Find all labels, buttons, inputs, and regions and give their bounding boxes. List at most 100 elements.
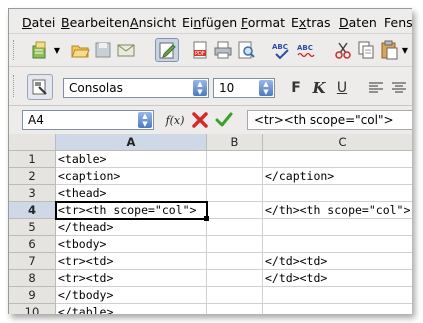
row-header[interactable]: 10 xyxy=(9,304,56,314)
auto-spellcheck-icon[interactable]: ABC xyxy=(296,39,318,61)
cell[interactable]: </thead> xyxy=(56,219,207,236)
row-header[interactable]: 8 xyxy=(9,270,56,287)
menu-item-text: E xyxy=(291,15,299,30)
cell[interactable] xyxy=(207,219,263,236)
email-icon[interactable] xyxy=(115,39,137,61)
active-cell[interactable]: <tr><th scope="col"> xyxy=(55,201,208,220)
fill-handle[interactable] xyxy=(204,216,209,221)
calc-window: Datei Bearbeiten Ansicht Einfügen Format Extr… xyxy=(8,8,412,314)
name-box[interactable]: A4 ▲ ▼ xyxy=(22,110,154,130)
menu-item-text: aten xyxy=(348,15,377,30)
cell[interactable]: <caption> xyxy=(56,168,207,185)
paste-icon[interactable] xyxy=(378,39,400,61)
column-header[interactable]: B xyxy=(207,134,263,151)
edit-mode-icon[interactable] xyxy=(155,38,179,62)
cell[interactable]: </td><td> xyxy=(263,253,412,270)
accept-icon[interactable] xyxy=(213,109,235,131)
align-left-icon[interactable] xyxy=(365,77,387,99)
spreadsheet-grid: A B C 1 <table> 2 <caption> </caption> 3 <thead> 4… xyxy=(9,134,412,314)
select-all-corner[interactable] xyxy=(9,134,56,151)
cell[interactable]: </table> xyxy=(56,304,207,314)
row-header[interactable]: 1 xyxy=(9,151,56,168)
page-preview-icon[interactable] xyxy=(235,39,257,61)
cell[interactable] xyxy=(207,287,263,304)
menu-item[interactable]: Fenster xyxy=(384,15,412,30)
column-header[interactable]: A xyxy=(56,134,207,151)
cell[interactable] xyxy=(263,236,412,253)
formula-input[interactable]: <tr><th scope="col"> xyxy=(247,110,412,130)
function-wizard-label: f(x) xyxy=(165,113,185,127)
menu-item[interactable]: Datei xyxy=(22,15,55,30)
align-center-icon[interactable] xyxy=(388,77,410,99)
cell[interactable]: <tr><td> xyxy=(56,270,207,287)
italic-button[interactable]: K xyxy=(308,77,330,99)
menu-item[interactable]: Ansicht xyxy=(130,15,176,30)
column-header[interactable]: C xyxy=(263,134,412,151)
cell[interactable] xyxy=(263,219,412,236)
menu-item[interactable]: Extras xyxy=(291,15,331,30)
open-folder-icon[interactable] xyxy=(69,39,91,61)
styles-formatting-icon[interactable] xyxy=(27,74,53,100)
formatting-toolbar: Consolas ▲ ▼ 10 ▲ ▼ F K U xyxy=(9,67,412,106)
cell[interactable]: </caption> xyxy=(263,168,412,185)
cell[interactable] xyxy=(263,185,412,202)
cell[interactable] xyxy=(263,304,412,314)
toolbar-grip[interactable] xyxy=(13,40,18,60)
font-name-dropdown-icon[interactable]: ▲ ▼ xyxy=(193,80,207,96)
cell[interactable]: <tbody> xyxy=(56,236,207,253)
cell[interactable]: <table> xyxy=(56,151,207,168)
menu-item[interactable]: Bearbeiten xyxy=(61,15,130,30)
cell[interactable] xyxy=(263,151,412,168)
cell[interactable]: <thead> xyxy=(56,185,207,202)
spellcheck-icon[interactable]: ABC xyxy=(271,39,293,61)
row-header[interactable]: 2 xyxy=(9,168,56,185)
row-header[interactable]: 6 xyxy=(9,236,56,253)
cell[interactable] xyxy=(263,287,412,304)
cell[interactable] xyxy=(207,185,263,202)
menu-item[interactable]: Format xyxy=(241,15,285,30)
export-pdf-icon[interactable]: PDF xyxy=(189,39,211,61)
row-header[interactable]: 4 xyxy=(9,202,56,219)
font-size-dropdown-icon[interactable]: ▲ ▼ xyxy=(259,80,273,96)
paste-dropdown-icon[interactable]: ▼ xyxy=(400,39,410,61)
menu-bar: Datei Bearbeiten Ansicht Einfügen Format Extr… xyxy=(9,9,412,34)
cell[interactable] xyxy=(207,151,263,168)
cut-icon[interactable] xyxy=(332,39,354,61)
row-header[interactable]: 9 xyxy=(9,287,56,304)
toolbar-grip[interactable] xyxy=(13,75,18,97)
menu-item-accelerator: D xyxy=(22,15,32,30)
cancel-icon[interactable] xyxy=(189,109,211,131)
new-document-icon[interactable] xyxy=(29,39,51,61)
function-wizard-button[interactable]: f(x) xyxy=(164,109,186,131)
bold-button[interactable]: F xyxy=(285,77,307,99)
cell[interactable]: </tbody> xyxy=(56,287,207,304)
bold-label: F xyxy=(291,80,301,96)
row-header[interactable]: 3 xyxy=(9,185,56,202)
menu-item-text: nsicht xyxy=(138,15,177,30)
cell[interactable] xyxy=(207,202,263,219)
underline-label: U xyxy=(336,80,348,96)
font-size-value: 10 xyxy=(219,81,235,95)
print-icon[interactable] xyxy=(212,39,234,61)
cell[interactable]: </td><td> xyxy=(263,270,412,287)
cell[interactable] xyxy=(207,236,263,253)
cell[interactable] xyxy=(207,168,263,185)
cell[interactable] xyxy=(207,304,263,314)
cell[interactable]: <tr><td> xyxy=(56,253,207,270)
row-header[interactable]: 5 xyxy=(9,219,56,236)
cell[interactable] xyxy=(207,253,263,270)
cell[interactable]: </th><th scope="col"> xyxy=(263,202,412,219)
font-name-select[interactable]: Consolas ▲ ▼ xyxy=(63,78,209,98)
menu-item[interactable]: Daten xyxy=(339,15,377,30)
underline-button[interactable]: U xyxy=(331,77,353,99)
name-box-dropdown-icon[interactable]: ▲ ▼ xyxy=(138,112,152,128)
menu-item-text: Fens xyxy=(384,15,412,30)
menu-item[interactable]: Einfügen xyxy=(182,15,237,30)
save-icon[interactable] xyxy=(92,39,114,61)
copy-icon[interactable] xyxy=(355,39,377,61)
row-header[interactable]: 7 xyxy=(9,253,56,270)
menu-item-text: tras xyxy=(306,15,331,30)
cell[interactable] xyxy=(207,270,263,287)
font-size-select[interactable]: 10 ▲ ▼ xyxy=(213,78,275,98)
new-dropdown-icon[interactable]: ▼ xyxy=(52,39,62,61)
